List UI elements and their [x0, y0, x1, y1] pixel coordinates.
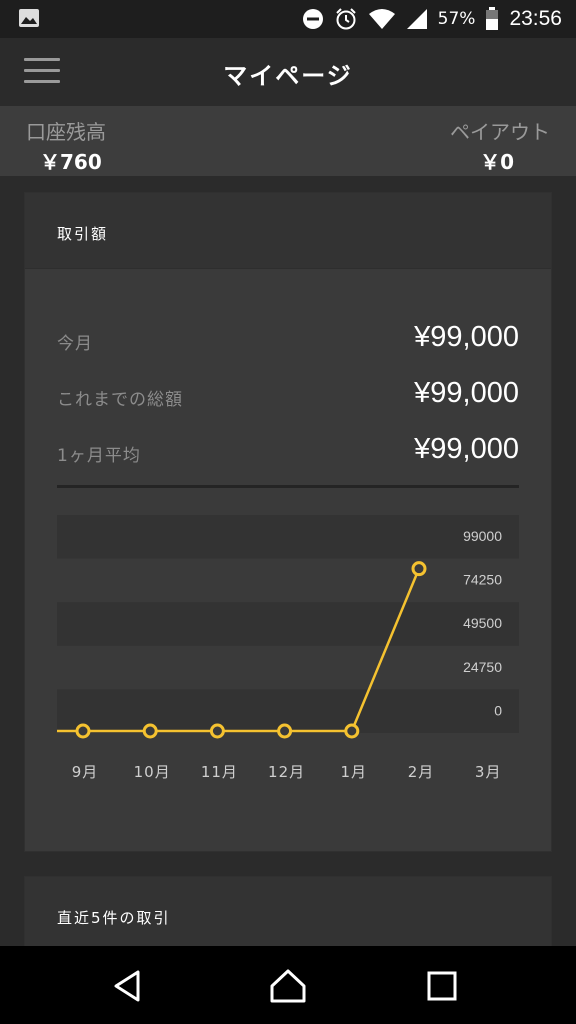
payout-value: ￥0: [480, 150, 514, 174]
app-bar: マイページ: [0, 38, 576, 106]
stat-label: 1ヶ月平均: [57, 446, 141, 466]
data-point: [277, 723, 293, 739]
y-tick-label: 49500: [463, 615, 502, 631]
account-balance-value: ￥760: [40, 150, 102, 174]
x-tick-label: 10月: [134, 763, 171, 781]
page-title: マイページ: [223, 62, 353, 90]
data-point: [411, 561, 427, 577]
data-point: [142, 723, 158, 739]
stat-value: ¥99,000: [414, 377, 519, 409]
x-tick-label: 2月: [408, 763, 435, 781]
stat-value: ¥99,000: [414, 433, 519, 465]
recents-icon[interactable]: [422, 968, 462, 1004]
balance-summary: 口座残高 ￥760 ペイアウト ￥0: [0, 106, 576, 176]
grid-band: [57, 645, 519, 690]
payout-label: ペイアウト: [450, 120, 550, 144]
image-icon: [19, 9, 39, 27]
stat-row-monthly-average: 1ヶ月平均 ¥99,000: [57, 433, 519, 473]
card-title: 直近5件の取引: [25, 877, 551, 953]
wifi-icon: [368, 9, 395, 29]
data-point: [344, 723, 360, 739]
x-tick-label: 1月: [341, 763, 368, 781]
x-tick-label: 12月: [268, 763, 305, 781]
status-bar: 57% 23:56: [0, 0, 576, 38]
do-not-disturb-icon: [302, 9, 323, 29]
x-tick-label: 3月: [475, 763, 502, 781]
stat-label: 今月: [57, 334, 93, 354]
battery-icon: [486, 7, 499, 30]
divider: [57, 485, 519, 488]
transaction-amount-card: 取引額 今月 ¥99,000 これまでの総額 ¥99,000 1ヶ月平均 ¥99…: [24, 192, 552, 852]
stat-value: ¥99,000: [414, 321, 519, 353]
card-title: 取引額: [25, 193, 551, 269]
grid-band: [57, 515, 519, 559]
battery-percent: 57%: [437, 9, 476, 29]
data-point: [209, 723, 225, 739]
alarm-icon: [335, 8, 356, 30]
x-tick-label: 11月: [201, 763, 238, 781]
home-icon[interactable]: [268, 968, 308, 1004]
stat-row-total: これまでの総額 ¥99,000: [57, 377, 519, 417]
signal-icon: [406, 9, 427, 29]
transaction-line-chart: 99000 74250 49500 24750 0 9月 10月 11月 12月 1月 2月 3月: [57, 515, 519, 781]
x-tick-label: 9月: [72, 763, 99, 781]
y-tick-label: 99000: [463, 528, 502, 544]
account-balance-label: 口座残高: [26, 120, 106, 144]
y-tick-label: 74250: [463, 572, 502, 588]
navigation-bar: [0, 946, 576, 1024]
grid-band: [57, 602, 519, 646]
y-tick-label: 0: [494, 702, 502, 718]
clock: 23:56: [509, 7, 562, 30]
y-tick-label: 24750: [463, 659, 502, 675]
back-icon[interactable]: [108, 968, 148, 1004]
grid-band: [57, 558, 519, 603]
stat-label: これまでの総額: [57, 390, 183, 410]
data-point: [75, 723, 91, 739]
stat-row-this-month: 今月 ¥99,000: [57, 321, 519, 361]
